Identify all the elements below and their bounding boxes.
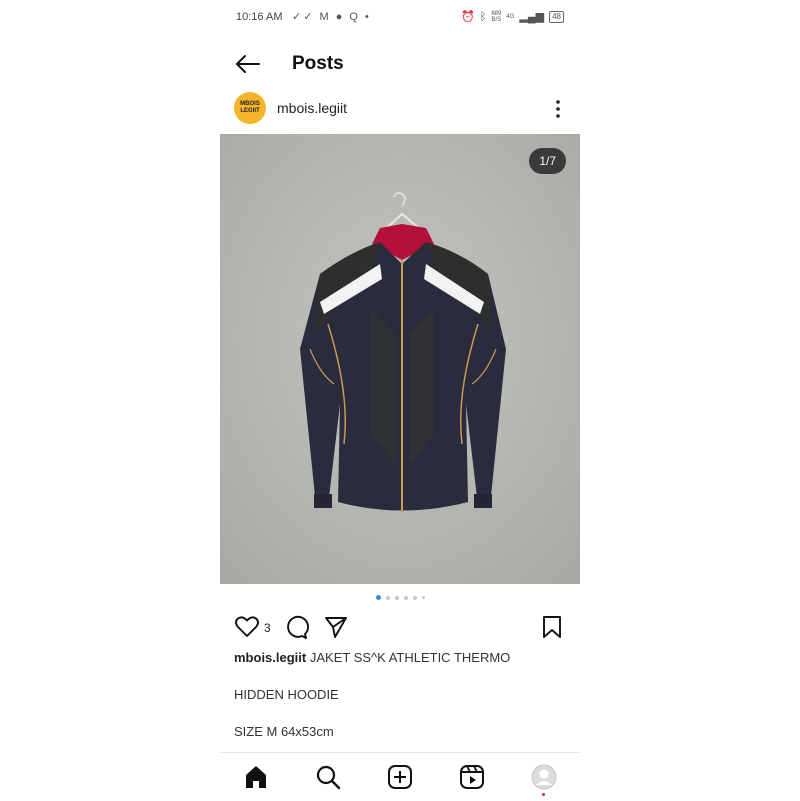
page-header: Posts — [220, 44, 580, 84]
phone-screen: 10:16 AM ✓✓ M ● Q • ⏰ ᛒ 889 B/S 4G ▂▄▆ 4… — [220, 0, 580, 801]
avatar[interactable]: MBOIS LEGIIT — [234, 92, 266, 124]
avatar-text-line2: LEGIIT — [240, 108, 260, 114]
back-arrow-icon[interactable] — [234, 52, 262, 76]
carousel-dot — [421, 596, 425, 599]
caption-line: SIZE M 64x53cm — [234, 724, 334, 739]
post-header: MBOIS LEGIIT mbois.legiit — [220, 88, 580, 128]
bottom-nav — [220, 752, 580, 801]
image-counter: 1/7 — [529, 148, 566, 174]
caption-text: JAKET SS^K ATHLETIC THERMO — [309, 650, 511, 665]
avatar-text-line1: MBOIS — [240, 101, 260, 107]
post-username[interactable]: mbois.legiit — [277, 100, 347, 116]
status-time: 10:16 AM — [236, 11, 283, 23]
caption-line: mbois.legiit JAKET SS^K ATHLETIC THERMO — [234, 650, 569, 666]
caption-username[interactable]: mbois.legiit — [234, 650, 306, 665]
more-vertical-icon[interactable] — [548, 98, 568, 120]
net-speed-unit: B/S — [491, 16, 502, 23]
signal-label: 4G — [506, 13, 515, 20]
battery-icon: 48 — [549, 10, 564, 23]
notification-icons: ✓✓ M ● Q • — [292, 11, 371, 23]
share-icon[interactable] — [323, 614, 349, 640]
alarm-icon: ⏰ — [461, 11, 475, 23]
status-right-icons: ⏰ ᛒ 889 B/S 4G ▂▄▆ 48 — [461, 10, 564, 23]
likes-count[interactable]: 3 — [264, 621, 271, 635]
home-icon[interactable] — [242, 763, 270, 791]
page-title: Posts — [292, 53, 344, 74]
comment-icon[interactable] — [283, 614, 309, 640]
carousel-dots — [220, 595, 580, 600]
jacket-photo — [220, 134, 580, 584]
status-bar: 10:16 AM ✓✓ M ● Q • ⏰ ᛒ 889 B/S 4G ▂▄▆ 4… — [220, 0, 580, 36]
profile-icon[interactable] — [530, 763, 558, 791]
carousel-dot — [412, 595, 417, 600]
search-icon[interactable] — [314, 763, 342, 791]
create-icon[interactable] — [386, 763, 414, 791]
carousel-dot — [403, 595, 408, 600]
carousel-dot — [394, 595, 399, 600]
reels-icon[interactable] — [458, 763, 486, 791]
bluetooth-icon: ᛒ — [479, 10, 487, 23]
caption-line: HIDDEN HOODIE — [234, 687, 339, 702]
post-image[interactable]: 1/7 — [220, 134, 580, 584]
notification-dot — [542, 793, 545, 796]
post-caption: mbois.legiit JAKET SS^K ATHLETIC THERMO … — [234, 650, 569, 761]
carousel-dot — [375, 595, 381, 600]
heart-icon[interactable] — [234, 614, 260, 640]
net-speed: 889 B/S — [491, 11, 501, 23]
post-actions: 3 — [220, 612, 580, 642]
signal-icon: ▂▄▆ — [519, 11, 545, 23]
carousel-dot — [385, 595, 390, 600]
bookmark-icon[interactable] — [539, 614, 565, 640]
